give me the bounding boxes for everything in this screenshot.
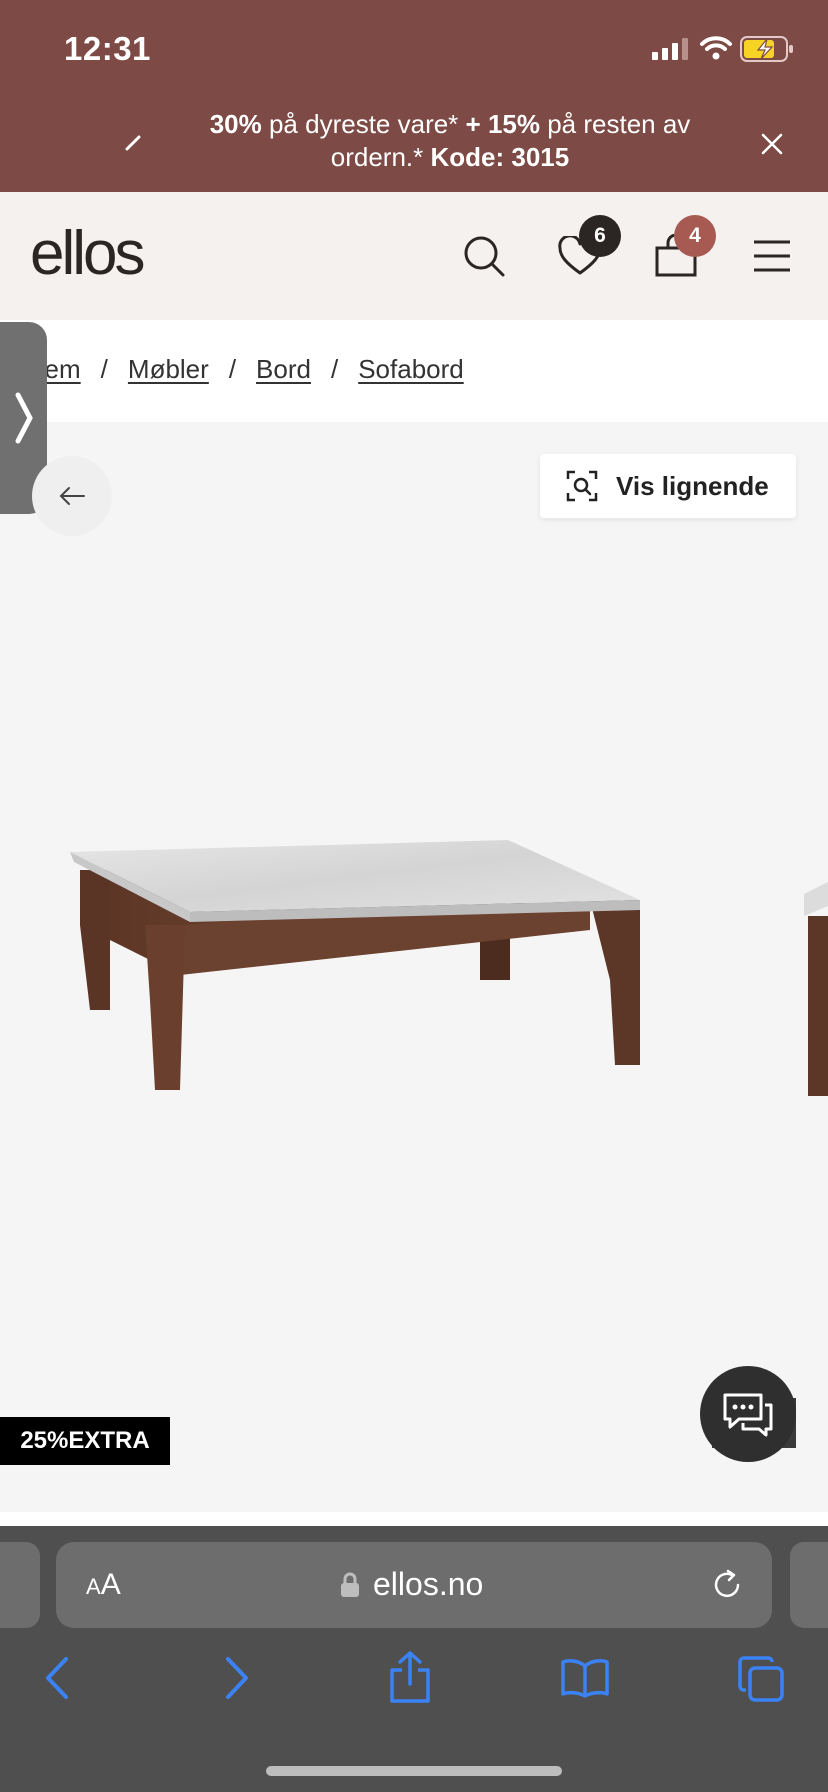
chat-icon — [723, 1393, 773, 1437]
show-similar-button[interactable]: Vis lignende — [540, 454, 796, 518]
lock-icon — [341, 1572, 359, 1597]
breadcrumb-bord[interactable]: Bord — [256, 354, 311, 385]
next-product-image — [804, 882, 828, 1096]
promo-code: Kode: 3015 — [430, 142, 570, 172]
breadcrumb-separator: / — [228, 354, 237, 384]
share-icon[interactable] — [388, 1650, 432, 1704]
arrow-left-icon — [59, 487, 85, 505]
chat-button[interactable] — [700, 1366, 796, 1462]
gallery-back-button[interactable] — [32, 456, 112, 536]
text-size-button[interactable]: AA — [86, 1568, 121, 1602]
reload-icon[interactable] — [710, 1568, 744, 1602]
search-icon[interactable] — [462, 234, 506, 278]
breadcrumb-separator: / — [100, 354, 108, 384]
promo-percent: 30% — [209, 109, 262, 139]
menu-icon[interactable] — [752, 240, 792, 272]
cart-count-badge: 4 — [674, 215, 716, 257]
close-icon[interactable] — [760, 132, 784, 156]
next-tab-preview[interactable] — [790, 1542, 828, 1628]
chevron-right-icon — [15, 392, 33, 444]
status-time: 12:31 — [64, 30, 151, 67]
visual-search-icon — [566, 470, 598, 502]
breadcrumb: Hjem / Møbler / Bord / Sofabord — [20, 354, 464, 385]
wifi-icon — [700, 36, 732, 60]
battery-icon — [740, 36, 793, 62]
home-indicator[interactable] — [266, 1766, 562, 1776]
tabs-icon[interactable] — [738, 1656, 784, 1702]
breadcrumb-sofabord[interactable]: Sofabord — [358, 354, 464, 385]
text-size-large: A — [100, 1568, 121, 1601]
wishlist-count-badge: 6 — [579, 215, 621, 257]
promo-extra: + 15% — [465, 109, 540, 139]
content-divider — [0, 1512, 828, 1526]
logo[interactable]: ellos — [30, 218, 146, 289]
show-similar-label: Vis lignende — [616, 470, 769, 501]
url-text: ellos.no — [373, 1566, 484, 1602]
promo-tag: 25%EXTRA — [0, 1417, 170, 1465]
breadcrumb-mobler[interactable]: Møbler — [128, 354, 209, 385]
product-image — [70, 840, 640, 1090]
promo-text: 30% på dyreste vare* + 15% på resten av … — [160, 108, 740, 174]
back-icon[interactable] — [44, 1656, 70, 1700]
signal-icon — [652, 38, 688, 60]
breadcrumb-separator: / — [330, 354, 339, 384]
text-size-small: A — [86, 1574, 101, 1599]
previous-tab-preview[interactable] — [0, 1542, 40, 1628]
promo-text-1: på dyreste vare* — [261, 109, 466, 139]
bookmarks-icon[interactable] — [560, 1658, 610, 1698]
forward-icon[interactable] — [224, 1656, 250, 1700]
decor-icon — [125, 135, 141, 151]
